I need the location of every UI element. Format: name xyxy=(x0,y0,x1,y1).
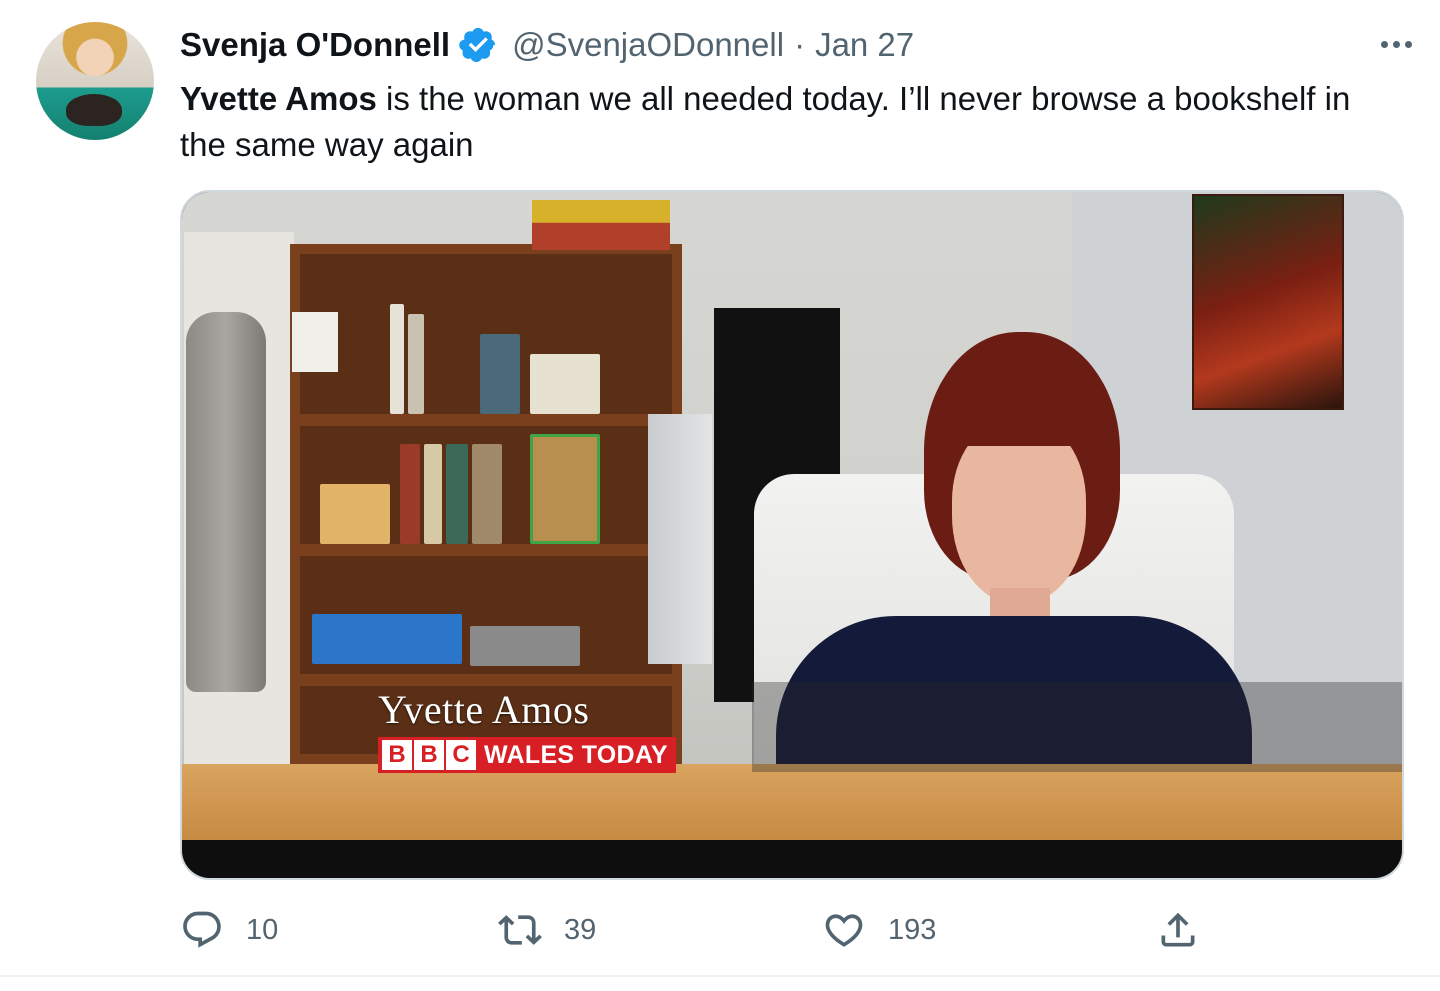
reply-button[interactable]: 10 xyxy=(180,904,278,956)
bbc-letter: B xyxy=(382,740,412,770)
tweet-media-image[interactable]: Yvette Amos B B C WALES TODAY xyxy=(180,190,1404,880)
like-button[interactable]: 193 xyxy=(822,904,936,956)
bbc-logo: B B C xyxy=(382,740,476,770)
verified-badge-icon xyxy=(459,27,496,63)
lower-third: Yvette Amos B B C WALES TODAY xyxy=(378,686,676,773)
book xyxy=(408,314,424,414)
display-name[interactable]: Svenja O'Donnell xyxy=(180,26,450,64)
book xyxy=(530,354,600,414)
book xyxy=(472,444,502,544)
avatar[interactable] xyxy=(36,22,154,140)
more-dot xyxy=(1404,40,1412,48)
tweet: Svenja O'Donnell @SvenjaODonnell · Jan 2… xyxy=(0,0,1440,991)
more-dot xyxy=(1392,40,1400,48)
book xyxy=(446,444,468,544)
item xyxy=(470,626,580,666)
share-icon xyxy=(1161,912,1195,947)
tv-bezel xyxy=(182,840,1402,878)
programme-bar: B B C WALES TODAY xyxy=(378,737,676,773)
tweet-divider xyxy=(0,975,1440,977)
retweet-button[interactable]: 39 xyxy=(498,904,596,956)
desk xyxy=(182,764,1402,844)
programme-name: WALES TODAY xyxy=(484,740,668,769)
bookcase-shelf xyxy=(300,674,672,686)
tweet-header: Svenja O'Donnell @SvenjaODonnell · Jan 2… xyxy=(180,24,914,66)
like-count: 193 xyxy=(888,913,937,946)
book xyxy=(530,434,600,544)
caption-band xyxy=(752,682,1402,772)
user-handle[interactable]: @SvenjaODonnell xyxy=(512,26,784,64)
avatar-dog xyxy=(66,94,122,126)
hanging-towel xyxy=(186,312,266,692)
bookcase-shelf xyxy=(300,544,672,556)
book xyxy=(480,334,520,414)
mentioned-name: Yvette Amos xyxy=(180,80,377,117)
action-bar: 10 39 193 xyxy=(180,904,1220,956)
book xyxy=(400,444,420,544)
retweet-icon xyxy=(498,915,542,945)
share-button[interactable] xyxy=(1156,904,1200,956)
game-box xyxy=(532,200,670,250)
book xyxy=(424,444,442,544)
film-poster xyxy=(1192,194,1344,410)
reply-count: 10 xyxy=(246,913,279,946)
more-dot xyxy=(1380,40,1388,48)
book xyxy=(390,304,404,414)
tweet-date[interactable]: Jan 27 xyxy=(815,26,914,64)
heart-icon xyxy=(825,914,863,947)
bbc-letter: C xyxy=(446,740,476,770)
box xyxy=(320,484,390,544)
wall-organizer xyxy=(648,414,712,664)
separator-dot: · xyxy=(794,26,806,63)
think-happy-poster xyxy=(292,312,338,372)
person-face xyxy=(952,420,1086,604)
folder xyxy=(312,614,462,664)
retweet-count: 39 xyxy=(564,913,597,946)
tweet-text: Yvette Amos is the woman we all needed t… xyxy=(180,76,1360,168)
bbc-letter: B xyxy=(414,740,444,770)
caption-name: Yvette Amos xyxy=(378,687,590,732)
bookcase-shelf xyxy=(300,414,672,426)
video-still: Yvette Amos B B C WALES TODAY xyxy=(182,192,1402,878)
more-icon[interactable] xyxy=(1374,26,1418,62)
reply-icon xyxy=(183,911,221,948)
person-fringe xyxy=(942,382,1098,446)
